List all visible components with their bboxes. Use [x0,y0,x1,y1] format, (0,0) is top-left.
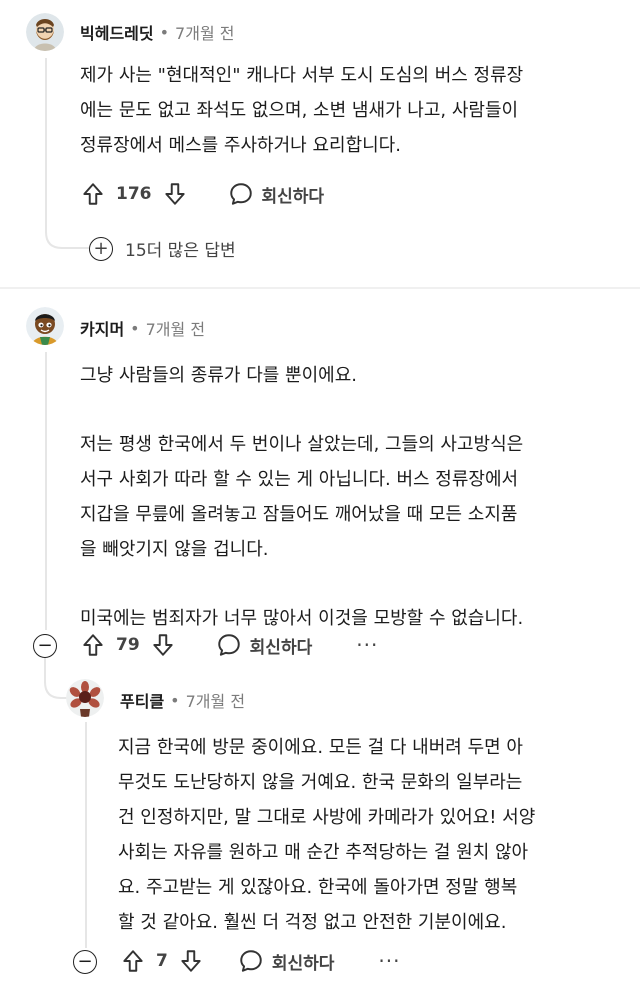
timestamp: 7개월 전 [185,692,246,711]
collapse-thread-button[interactable]: − [33,634,57,658]
vote-count: 7 [156,951,168,971]
downvote-icon[interactable] [162,181,188,207]
upvote-icon[interactable] [80,632,106,658]
comment-line: 사회는 자유를 원하고 매 순간 추적당하는 걸 원치 않아 [118,842,529,863]
more-options-icon[interactable]: ··· [378,949,400,973]
comment-line: 요. 주고받는 게 있잖아요. 한국에 돌아가면 정말 행복 [118,877,518,898]
reply-button[interactable]: 회신하다 [238,948,335,974]
speech-bubble-icon [216,632,242,658]
comment-line: 서구 사회가 따라 할 수 있는 게 아닙니다. 버스 정류장에서 [80,469,519,490]
reply-button[interactable]: 회신하다 [216,632,313,658]
avatar[interactable] [26,13,64,51]
collapse-thread-button[interactable]: − [73,950,97,974]
thread-line[interactable] [45,58,47,226]
more-replies-link[interactable]: + 15더 많은 답변 [89,236,236,261]
comment-line: 지갑을 무릎에 올려놓고 잠들어도 깨어났을 때 모든 소지품 [80,504,518,525]
more-options-icon[interactable]: ··· [356,633,378,657]
avatar[interactable] [66,679,104,717]
upvote-icon[interactable] [120,948,146,974]
username[interactable]: 빅헤드레딧 [80,20,154,44]
comment-line: 미국에는 범죄자가 너무 많아서 이것을 모방할 수 없습니다. [80,608,524,629]
comment-line: 건 인정하지만, 말 그대로 사방에 카메라가 있어요! 서양 [118,807,536,828]
thread-line[interactable] [45,352,47,630]
vote-count: 79 [116,635,140,655]
comment-meta: 빅헤드레딧 • 7개월 전 [80,20,234,44]
username[interactable]: 푸티클 [120,688,164,712]
comment-line: 에는 문도 없고 좌석도 없으며, 소변 냄새가 나고, 사람들이 [80,100,519,121]
upvote-icon[interactable] [80,181,106,207]
vote-count: 176 [116,184,152,204]
downvote-icon[interactable] [178,948,204,974]
comment-body: 제가 사는 "현대적인" 캐나다 서부 도시 도심의 버스 정류장 에는 문도 … [80,58,523,163]
thread-branch [45,220,89,249]
comment-line: 할 것 같아요. 훨씬 더 걱정 없고 안전한 기분이에요. [118,912,507,933]
reply-button[interactable]: 회신하다 [228,181,325,207]
comment-line: 정류장에서 메스를 주사하거나 요리합니다. [80,135,401,156]
downvote-icon[interactable] [150,632,176,658]
comment-line: 을 빼앗기지 않을 겁니다. [80,539,269,560]
avatar[interactable] [26,307,64,345]
plus-circle-icon: + [89,236,113,261]
comment-line: 저는 평생 한국에서 두 번이나 살았는데, 그들의 사고방식은 [80,434,524,455]
reply-label: 회신하다 [271,953,335,974]
reply-label: 회신하다 [249,637,313,658]
comment-meta: 카지머 • 7개월 전 [80,316,205,340]
comment-body: 그냥 사람들의 종류가 다를 뿐이에요. 저는 평생 한국에서 두 번이나 살았… [80,358,523,636]
comment-actions: 7 회신하다 ··· [120,948,400,974]
reply-label: 회신하다 [261,186,325,207]
comment-line: 제가 사는 "현대적인" 캐나다 서부 도시 도심의 버스 정류장 [80,65,524,86]
comment-line: 무것도 도난당하지 않을 거예요. 한국 문화의 일부라는 [118,772,523,793]
speech-bubble-icon [228,181,254,207]
username[interactable]: 카지머 [80,316,124,340]
comment-line: 그냥 사람들의 종류가 다를 뿐이에요. [80,365,358,386]
separator-dot: • [130,318,140,338]
comment-actions: 176 회신하다 [80,181,324,207]
separator-dot: • [159,22,170,42]
speech-bubble-icon [238,948,264,974]
comment-actions: 79 회신하다 ··· [80,632,378,658]
comment-meta: 푸티클 • 7개월 전 [120,688,245,712]
bearded-man-avatar-icon [26,13,64,51]
flower-monster-avatar-icon [66,679,104,717]
cartoon-character-avatar-icon [26,307,64,345]
timestamp: 7개월 전 [175,24,235,43]
separator-dot: • [170,690,180,710]
more-replies-label: 15더 많은 답변 [125,241,236,261]
comment-line: 지금 한국에 방문 중이에요. 모든 걸 다 내버려 두면 아 [118,737,523,758]
comment-body: 지금 한국에 방문 중이에요. 모든 걸 다 내버려 두면 아 무것도 도난당하… [118,730,535,940]
timestamp: 7개월 전 [145,320,206,339]
divider [0,287,640,289]
thread-line[interactable] [85,722,87,948]
